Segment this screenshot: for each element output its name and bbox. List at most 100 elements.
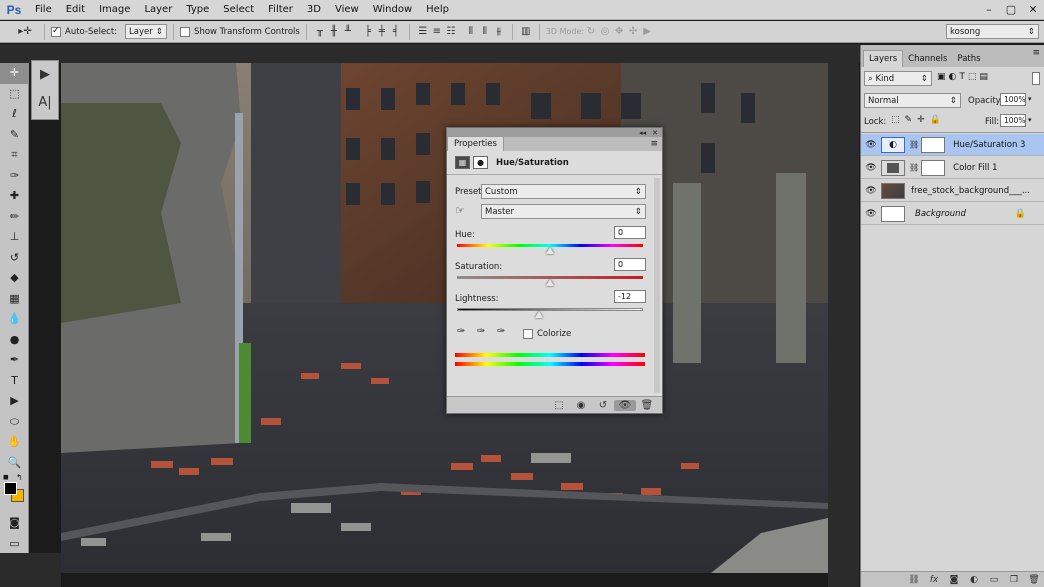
mask-icon[interactable]: ◙ bbox=[944, 575, 964, 585]
visibility-eye-icon[interactable]: 👁 bbox=[861, 186, 881, 196]
layer-row[interactable]: 👁 ◐ ⛓ Hue/Saturation 3 bbox=[861, 134, 1044, 156]
default-colors-icon[interactable]: ◼ bbox=[3, 473, 9, 481]
dodge-tool[interactable]: ● bbox=[0, 330, 29, 351]
layer-name[interactable]: Hue/Saturation 3 bbox=[953, 140, 1025, 150]
history-brush-tool[interactable]: ↺ bbox=[0, 248, 29, 269]
link-icon[interactable]: ⛓ bbox=[904, 575, 924, 585]
layer-name[interactable]: Background bbox=[915, 209, 966, 219]
align-right-icon[interactable]: ╡ bbox=[389, 25, 403, 39]
fill-field[interactable]: 100% bbox=[1000, 114, 1026, 127]
close-icon[interactable]: ✕ bbox=[652, 129, 658, 137]
brush-tool[interactable]: ✏ bbox=[0, 207, 29, 228]
colorize-checkbox[interactable] bbox=[523, 329, 533, 339]
filter-shape-icon[interactable]: ⬚ bbox=[968, 72, 977, 82]
filter-adjustment-icon[interactable]: ◐ bbox=[949, 72, 957, 82]
menu-image[interactable]: Image bbox=[92, 4, 137, 15]
tab-paths[interactable]: Paths bbox=[952, 51, 985, 67]
menu-type[interactable]: Type bbox=[179, 4, 216, 15]
filter-type-icon[interactable]: T bbox=[959, 72, 965, 82]
menu-select[interactable]: Select bbox=[216, 4, 261, 15]
menu-3d[interactable]: 3D bbox=[300, 4, 328, 15]
properties-scrollbar[interactable] bbox=[654, 178, 660, 393]
screen-mode-icon[interactable]: ▭ bbox=[0, 534, 29, 555]
visibility-eye-icon[interactable]: 👁 bbox=[614, 399, 636, 411]
close-button[interactable]: ✕ bbox=[1022, 0, 1044, 20]
lock-pixels-icon[interactable]: ✎ bbox=[905, 115, 913, 125]
filter-kind-dropdown[interactable]: ⌕ Kind ⇕ bbox=[864, 71, 932, 86]
trash-icon[interactable]: 🗑 bbox=[1024, 575, 1044, 585]
tab-channels[interactable]: Channels bbox=[903, 51, 952, 67]
saturation-value-field[interactable]: 0 bbox=[614, 258, 646, 271]
3d-rotate-icon[interactable]: ↻ bbox=[584, 25, 598, 39]
zoom-tool[interactable]: 🔍 bbox=[0, 453, 29, 474]
channel-dropdown[interactable]: Master ⇕ bbox=[481, 204, 646, 219]
move-tool-preset-icon[interactable]: ▸✛ bbox=[12, 25, 38, 39]
collapse-icon[interactable]: ◂◂ bbox=[639, 129, 646, 137]
mask-icon[interactable]: ● bbox=[473, 156, 488, 169]
auto-align-icon[interactable]: ▥ bbox=[519, 25, 533, 39]
actions-play-icon[interactable]: ▶ bbox=[32, 61, 58, 89]
layer-name[interactable]: Color Fill 1 bbox=[953, 163, 997, 173]
lasso-tool[interactable]: ℓ bbox=[0, 104, 29, 125]
3d-scale-icon[interactable]: ▶ bbox=[640, 25, 654, 39]
distribute-bottom-icon[interactable]: ☷ bbox=[444, 25, 458, 39]
link-icon[interactable]: ⛓ bbox=[909, 140, 919, 149]
quick-mask-icon[interactable]: ◙ bbox=[0, 513, 29, 534]
foreground-color-swatch[interactable] bbox=[4, 482, 17, 495]
character-panel-icon[interactable]: A| bbox=[32, 89, 58, 117]
path-selection-tool[interactable]: ▶ bbox=[0, 391, 29, 412]
hue-slider-thumb[interactable] bbox=[546, 247, 554, 254]
maximize-button[interactable]: ▢ bbox=[1000, 0, 1022, 20]
menu-view[interactable]: View bbox=[328, 4, 366, 15]
minimize-button[interactable]: – bbox=[978, 0, 1000, 20]
visibility-eye-icon[interactable]: 👁 bbox=[861, 163, 881, 173]
new-layer-icon[interactable]: ❐ bbox=[1004, 575, 1024, 585]
layer-row[interactable]: 👁 free_stock_background___... bbox=[861, 180, 1044, 202]
filter-pixel-icon[interactable]: ▣ bbox=[937, 72, 946, 82]
pen-tool[interactable]: ✒ bbox=[0, 350, 29, 371]
trash-icon[interactable]: 🗑 bbox=[636, 400, 658, 411]
gradient-tool[interactable]: ▦ bbox=[0, 289, 29, 310]
adjustment-icon[interactable]: ▦ bbox=[455, 156, 470, 169]
align-vcenter-icon[interactable]: ╫ bbox=[327, 25, 341, 39]
distribute-vcenter-icon[interactable]: ≡ bbox=[430, 25, 444, 39]
eyedropper-icon[interactable]: ✑ bbox=[457, 326, 465, 337]
panel-menu-icon[interactable]: ≡ bbox=[1032, 48, 1040, 58]
adjustment-icon[interactable]: ◐ bbox=[964, 575, 984, 585]
blur-tool[interactable]: 💧 bbox=[0, 309, 29, 330]
hue-value-field[interactable]: 0 bbox=[614, 226, 646, 239]
tab-properties[interactable]: Properties bbox=[447, 136, 504, 151]
saturation-slider-thumb[interactable] bbox=[546, 279, 554, 286]
eyedropper-minus-icon[interactable]: ✑ bbox=[497, 326, 505, 337]
menu-file[interactable]: File bbox=[28, 4, 59, 15]
type-tool[interactable]: T bbox=[0, 371, 29, 392]
swap-colors-icon[interactable]: ↰ bbox=[16, 473, 23, 482]
distribute-left-icon[interactable]: ⫴ bbox=[464, 25, 478, 39]
shape-tool[interactable]: ⬭ bbox=[0, 412, 29, 433]
visibility-eye-icon[interactable]: 👁 bbox=[861, 140, 881, 150]
lock-position-icon[interactable]: ✛ bbox=[917, 115, 925, 125]
tab-layers[interactable]: Layers bbox=[863, 50, 904, 67]
clip-to-layer-icon[interactable]: ⬚ bbox=[548, 400, 570, 411]
targeted-adjustment-icon[interactable]: ☞ bbox=[455, 204, 465, 217]
visibility-eye-icon[interactable]: 👁 bbox=[861, 209, 881, 219]
align-bottom-icon[interactable]: ╨ bbox=[341, 25, 355, 39]
3d-slide-icon[interactable]: ✣ bbox=[626, 25, 640, 39]
menu-filter[interactable]: Filter bbox=[261, 4, 300, 15]
link-icon[interactable]: ⛓ bbox=[909, 163, 919, 172]
fx-icon[interactable]: fx bbox=[924, 575, 944, 585]
align-left-icon[interactable]: ╞ bbox=[361, 25, 375, 39]
menu-window[interactable]: Window bbox=[366, 4, 419, 15]
quick-selection-tool[interactable]: ✎ bbox=[0, 125, 29, 146]
crop-tool[interactable]: ⌗ bbox=[0, 145, 29, 166]
marquee-tool[interactable]: ⬚ bbox=[0, 84, 29, 105]
3d-pan-icon[interactable]: ✥ bbox=[612, 25, 626, 39]
menu-edit[interactable]: Edit bbox=[59, 4, 92, 15]
align-top-icon[interactable]: ╥ bbox=[313, 25, 327, 39]
layer-row[interactable]: 👁 Background 🔒 bbox=[861, 203, 1044, 225]
auto-select-checkbox[interactable] bbox=[51, 26, 61, 37]
show-transform-checkbox[interactable] bbox=[180, 26, 191, 37]
panel-menu-icon[interactable]: ≡ bbox=[650, 139, 658, 149]
lightness-slider-track[interactable] bbox=[457, 308, 643, 311]
layer-name[interactable]: free_stock_background___... bbox=[911, 186, 1030, 196]
